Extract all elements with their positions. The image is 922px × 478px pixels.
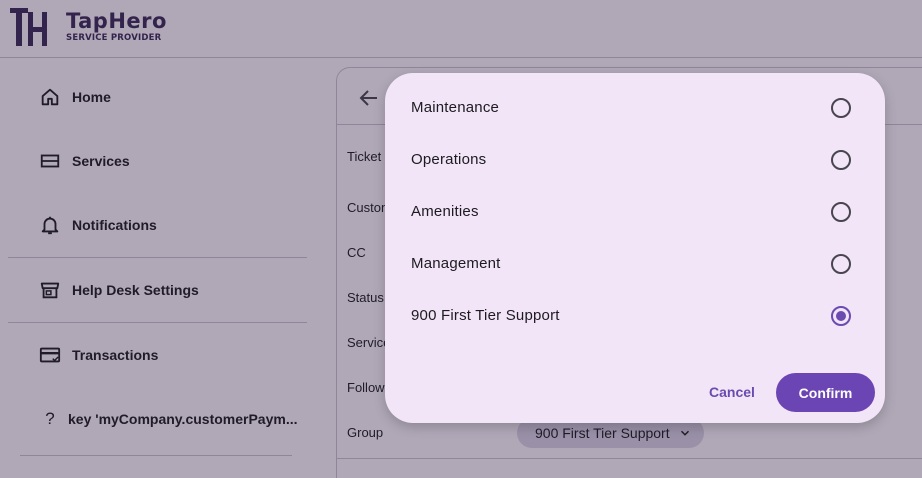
confirm-button[interactable]: Confirm [776, 373, 875, 412]
radio-button[interactable] [831, 98, 851, 118]
radio-button[interactable] [831, 202, 851, 222]
option-label: Maintenance [411, 99, 500, 116]
option-label: Management [411, 255, 501, 272]
option-operations[interactable]: Operations [385, 140, 885, 180]
cancel-button[interactable]: Cancel [699, 377, 765, 407]
radio-button[interactable] [831, 254, 851, 274]
radio-button[interactable] [831, 150, 851, 170]
option-label: 900 First Tier Support [411, 307, 560, 324]
option-amenities[interactable]: Amenities [385, 192, 885, 232]
option-label: Amenities [411, 203, 479, 220]
option-management[interactable]: Management [385, 244, 885, 284]
radio-button-selected[interactable] [831, 306, 851, 326]
option-maintenance[interactable]: Maintenance [385, 88, 885, 128]
option-label: Operations [411, 151, 487, 168]
option-900-first-tier-support[interactable]: 900 First Tier Support [385, 296, 885, 336]
group-select-dialog: Maintenance Operations Amenities Managem… [385, 73, 885, 423]
